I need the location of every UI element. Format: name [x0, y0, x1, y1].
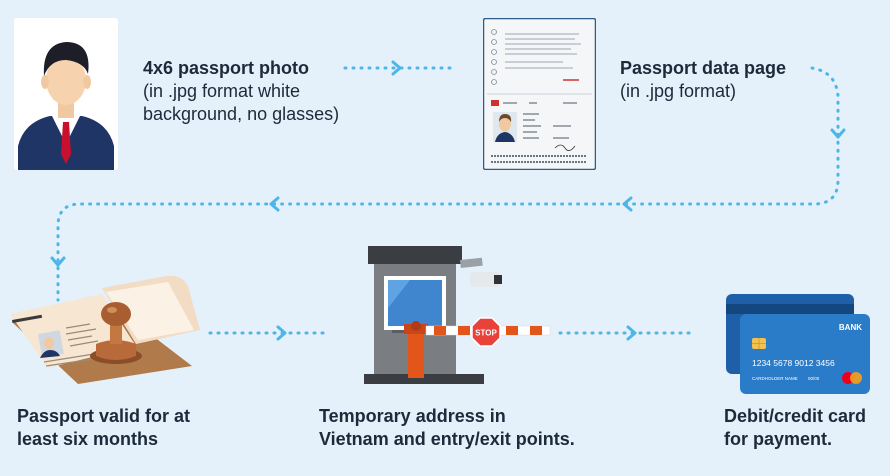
- step-title: 4x6 passport photo: [143, 58, 310, 78]
- step-line: Vietnam and entry/exit points.: [319, 429, 575, 449]
- step-line: Debit/credit card: [724, 406, 867, 426]
- card-bank-label: BANK: [839, 323, 862, 332]
- step-detail: (in .jpg format white: [143, 81, 301, 101]
- card-number: 1234 5678 9012 3456: [752, 358, 835, 368]
- stop-sign-label: STOP: [475, 329, 497, 338]
- checkpoint-booth-icon: STOP: [364, 246, 551, 384]
- step-passport-validity: Passport valid for at least six months: [17, 405, 190, 451]
- step-line: least six months: [17, 429, 159, 449]
- step-passport-data-page: Passport data page (in .jpg format): [620, 57, 786, 103]
- card-holder-label: CARDHOLDER NAME: [752, 376, 798, 381]
- step-title: Passport data page: [620, 58, 787, 78]
- credit-card-icon: BANK 1234 5678 9012 3456 CARDHOLDER NAME…: [726, 294, 870, 394]
- step-passport-photo: 4x6 passport photo (in .jpg format white…: [143, 57, 339, 126]
- step-payment-card: Debit/credit card for payment.: [724, 405, 866, 451]
- passport-photo-icon: [14, 18, 118, 170]
- card-expiry: 00/00: [808, 376, 820, 381]
- step-line: Temporary address in: [319, 406, 506, 426]
- step-temporary-address: Temporary address in Vietnam and entry/e…: [319, 405, 575, 451]
- step-detail: (in .jpg format): [620, 81, 737, 101]
- passport-stamp-icon: [10, 275, 200, 384]
- step-line: Passport valid for at: [17, 406, 191, 426]
- passport-data-page-icon: [483, 18, 596, 170]
- step-line: for payment.: [724, 429, 833, 449]
- step-detail: background, no glasses): [143, 104, 340, 124]
